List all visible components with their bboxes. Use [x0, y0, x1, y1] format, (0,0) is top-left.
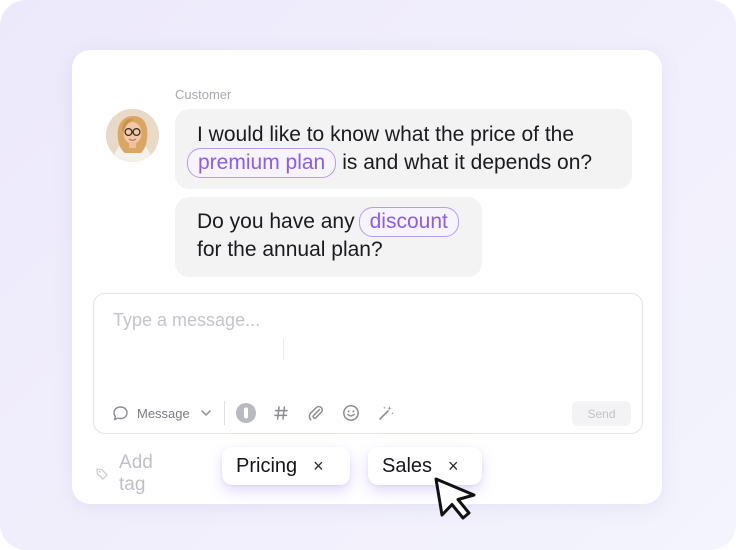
add-tag-label: Add tag [119, 452, 153, 495]
voice-button[interactable] [235, 402, 257, 424]
message-input-placeholder[interactable]: Type a message... [113, 310, 260, 331]
composer-toolbar: Message [112, 400, 410, 426]
hashtag-icon [274, 406, 288, 420]
message-mode-label: Message [137, 405, 190, 421]
message-line: I would like to know what the price of t… [197, 123, 575, 146]
emoji-icon [342, 405, 359, 421]
message-composer[interactable]: Type a message... Message Send [93, 293, 643, 434]
keyword-highlight[interactable]: premium plan [187, 148, 337, 178]
sender-label: Customer [175, 87, 232, 102]
message-bubble-2: Do you have any discount for the annual … [175, 197, 482, 277]
message-line: Do you have any [197, 210, 355, 233]
send-button[interactable]: Send [572, 401, 631, 426]
text-caret [283, 338, 284, 360]
hashtag-button[interactable] [270, 402, 292, 424]
magic-wand-icon [378, 406, 394, 420]
avatar-portrait [106, 109, 159, 162]
keyword-highlight[interactable]: discount [358, 207, 459, 237]
close-icon[interactable]: × [313, 456, 324, 477]
tag-icon [96, 468, 108, 480]
attach-button[interactable] [305, 402, 327, 424]
close-icon[interactable]: × [448, 456, 459, 477]
paperclip-icon [308, 405, 323, 421]
tag-chip-label: Sales [382, 454, 433, 477]
toolbar-divider [223, 401, 225, 425]
message-mode-selector[interactable]: Message [112, 405, 212, 422]
voice-icon [235, 403, 256, 423]
message-bubble-1: I would like to know what the price of t… [175, 109, 632, 189]
tag-chip-pricing[interactable]: Pricing × [222, 447, 350, 485]
chevron-down-icon [201, 410, 211, 416]
mouse-pointer-icon [434, 477, 476, 520]
ai-assist-button[interactable] [375, 402, 397, 424]
tag-chip-label: Pricing [236, 454, 298, 477]
emoji-button[interactable] [340, 402, 362, 424]
message-line: for the annual plan? [197, 238, 383, 261]
add-tag-button[interactable]: Add tag [95, 452, 161, 496]
message-line: is and what it depends on? [342, 151, 593, 174]
chat-bubble-icon [113, 405, 128, 420]
avatar [106, 109, 159, 162]
